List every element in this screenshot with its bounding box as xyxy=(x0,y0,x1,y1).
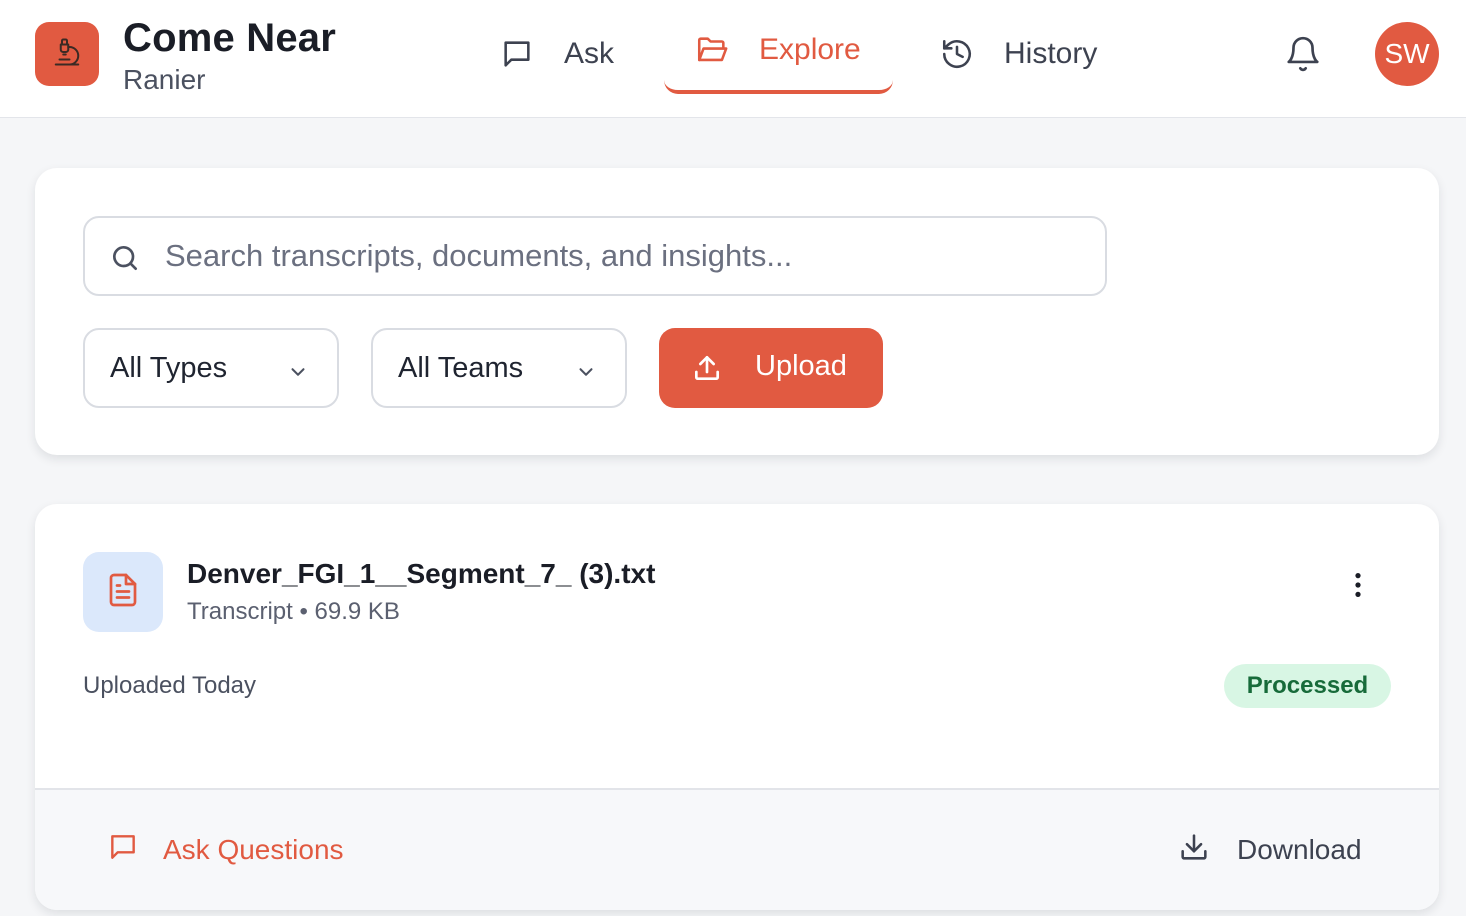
file-meta: Transcript • 69.9 KB xyxy=(187,598,400,625)
upload-icon xyxy=(691,352,723,392)
search-input[interactable] xyxy=(165,230,1085,282)
type-filter-value: All Types xyxy=(110,351,228,384)
download-button[interactable]: Download xyxy=(1177,830,1362,870)
chevron-down-icon xyxy=(287,358,309,391)
search-icon xyxy=(109,242,141,279)
app-logo[interactable] xyxy=(35,22,99,86)
download-label: Download xyxy=(1237,834,1362,865)
upload-date: Uploaded Today xyxy=(83,672,257,699)
type-filter-select[interactable]: All Types xyxy=(83,328,339,408)
search-field[interactable] xyxy=(83,216,1107,296)
chat-bubble-icon xyxy=(500,37,534,71)
ask-questions-label: Ask Questions xyxy=(163,834,344,865)
folder-open-icon xyxy=(695,33,729,67)
search-panel: All Types All Teams Upload xyxy=(35,168,1439,455)
top-header: Come Near Ranier Ask Explore History SW xyxy=(0,0,1466,118)
file-card[interactable]: Denver_FGI_1__Segment_7_ (3).txt Transcr… xyxy=(35,504,1439,910)
app-title: Come Near xyxy=(123,16,336,60)
nav-tab-explore[interactable]: Explore xyxy=(664,18,893,94)
microscope-icon xyxy=(52,37,82,72)
user-avatar[interactable]: SW xyxy=(1375,22,1439,86)
nav-tab-ask[interactable]: Ask xyxy=(500,22,614,86)
ask-questions-button[interactable]: Ask Questions xyxy=(107,830,344,870)
notifications-button[interactable] xyxy=(1284,34,1322,74)
active-tab-indicator xyxy=(664,80,893,94)
nav-tab-label: History xyxy=(1004,37,1098,70)
bell-icon xyxy=(1284,36,1322,78)
more-vertical-icon xyxy=(1343,573,1373,606)
file-name[interactable]: Denver_FGI_1__Segment_7_ (3).txt xyxy=(187,558,655,590)
download-icon xyxy=(1177,830,1211,871)
team-filter-value: All Teams xyxy=(398,351,524,384)
status-badge: Processed xyxy=(1224,664,1391,708)
history-icon xyxy=(940,37,974,71)
workspace-name: Ranier xyxy=(123,64,206,95)
chevron-down-icon xyxy=(575,358,597,391)
nav-tab-label: Ask xyxy=(564,37,615,70)
document-icon xyxy=(105,570,141,615)
team-filter-select[interactable]: All Teams xyxy=(371,328,627,408)
chat-bubble-icon xyxy=(107,831,139,870)
nav-tab-label: Explore xyxy=(759,33,861,66)
upload-button-label: Upload xyxy=(755,350,847,382)
upload-button[interactable]: Upload xyxy=(659,328,883,408)
nav-tab-history[interactable]: History xyxy=(940,22,1097,86)
more-options-button[interactable] xyxy=(1343,568,1373,602)
file-card-footer: Ask Questions Download xyxy=(35,788,1439,910)
file-type-badge xyxy=(83,552,163,632)
